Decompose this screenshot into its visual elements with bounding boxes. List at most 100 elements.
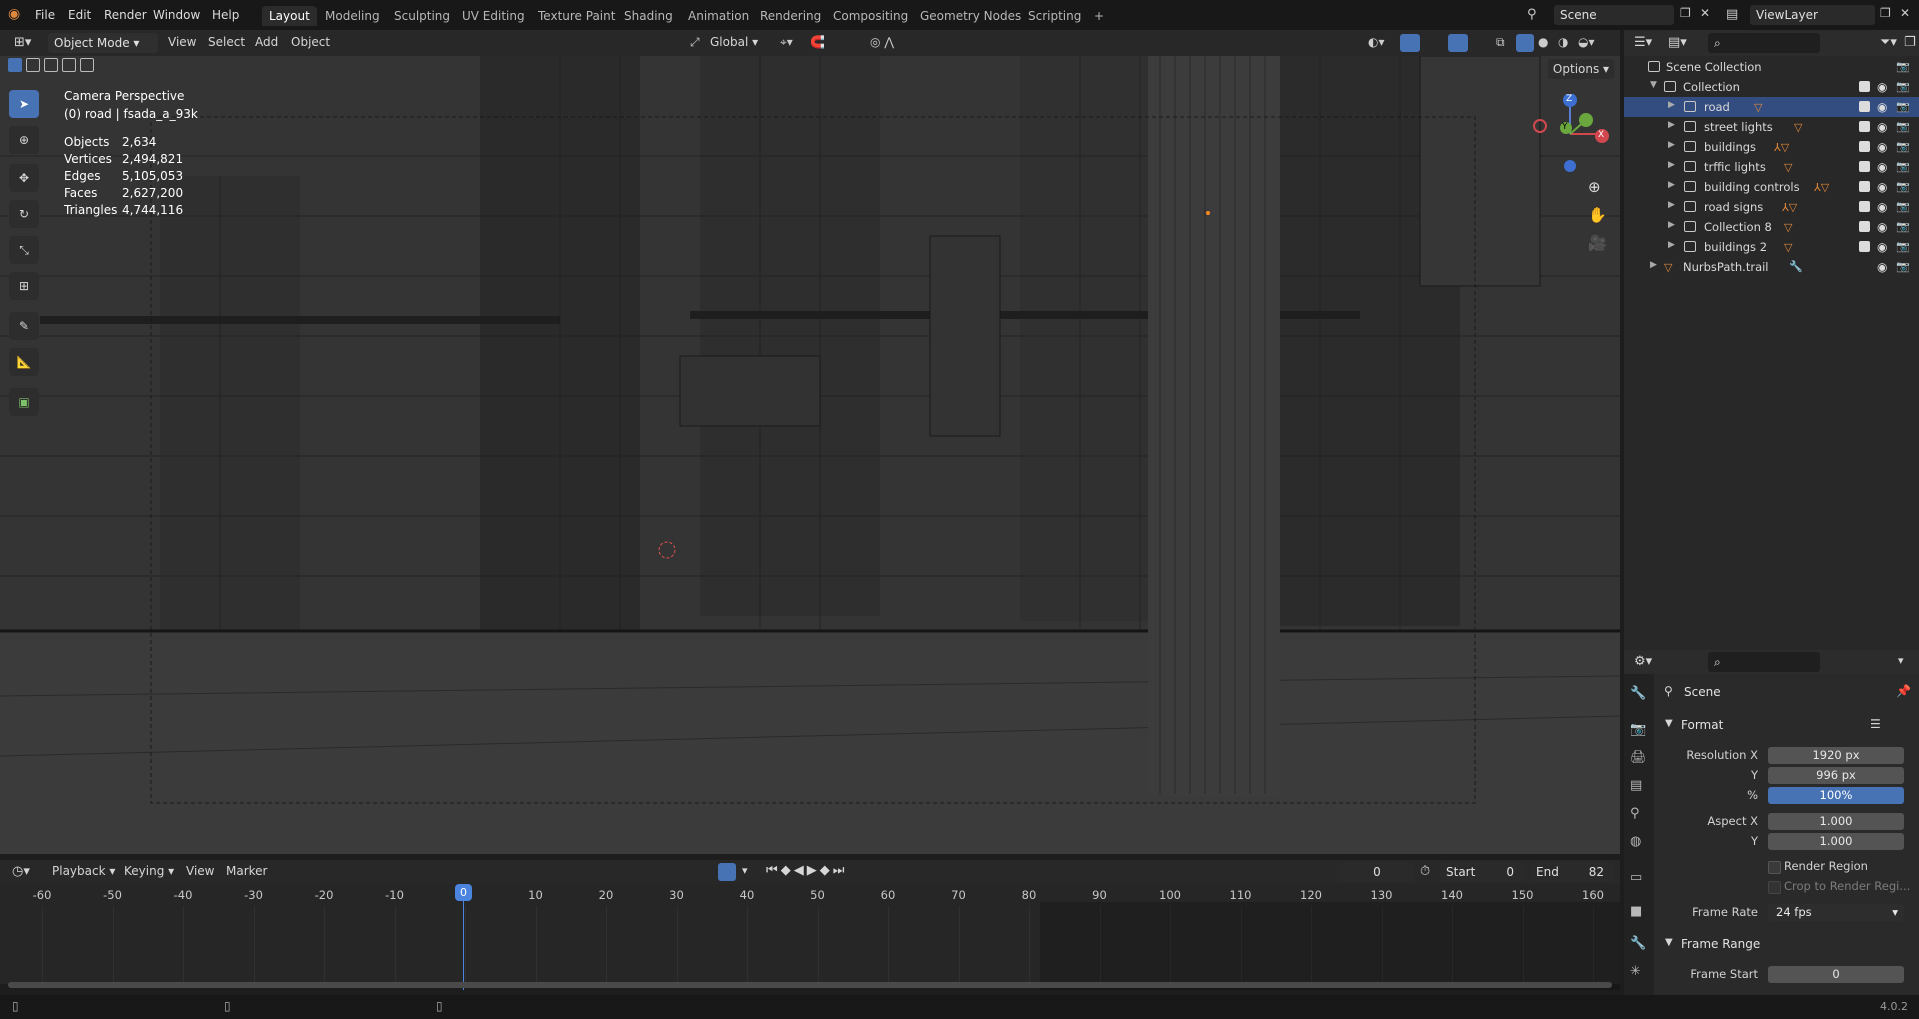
auto-keying-icon[interactable] [718,863,736,881]
particles-tab-icon[interactable]: ✳ [1630,964,1641,979]
select-new-icon[interactable] [8,58,22,72]
tab-scripting[interactable]: Scripting [1021,6,1088,26]
menu-object[interactable]: Object [291,35,330,49]
camera-view-icon[interactable]: 🎥 [1588,234,1607,252]
overlay-toggle-icon[interactable] [1448,34,1468,52]
aspect-x-field[interactable]: 1.000 [1768,813,1904,830]
current-frame-field[interactable]: 0 [1340,862,1414,882]
start-frame-field[interactable]: Start 0 [1440,862,1524,882]
view-layer-icon[interactable]: ▤ [1726,7,1738,22]
material-shading-icon[interactable]: ◑ [1558,35,1568,49]
render-icon[interactable]: 📷 [1896,120,1910,133]
select-box-tool[interactable]: ➤ [9,90,39,118]
select-invert-icon[interactable] [62,58,76,72]
pivot-icon[interactable]: ⌖▾ [780,35,793,50]
visibility-eye-icon[interactable]: ◉ [1877,180,1887,194]
menu-render[interactable]: Render [104,8,147,22]
outliner-row-collection[interactable]: ▼ Collection ◉ 📷 [1624,77,1919,97]
timeline-scrollbar[interactable] [8,982,1612,988]
properties-search-input[interactable]: ⌕ [1708,652,1820,672]
cursor-tool[interactable]: ⊕ [9,126,39,154]
render-icon[interactable]: 📷 [1896,100,1910,113]
expand-icon[interactable]: ▶ [1668,100,1675,110]
prev-keyframe-icon[interactable]: ◆ [781,863,794,878]
render-icon[interactable]: 📷 [1896,180,1910,193]
new-collection-icon[interactable]: ❐ [1904,35,1916,50]
properties-editor-icon[interactable]: ⚙▾ [1634,654,1652,669]
exclude-checkbox[interactable] [1859,121,1870,132]
visibility-eye-icon[interactable]: ◉ [1877,100,1887,114]
blender-logo-icon[interactable]: ◉ [8,6,20,22]
exclude-checkbox[interactable] [1859,241,1870,252]
tab-modeling[interactable]: Modeling [318,6,387,26]
render-region-checkbox[interactable] [1768,861,1781,874]
render-icon[interactable]: 📷 [1896,160,1910,173]
view-layer-field[interactable]: ViewLayer [1750,5,1875,25]
outliner-row-street-lights[interactable]: ▶ street lights ▽ ◉ 📷 [1624,117,1919,137]
pan-hand-icon[interactable]: ✋ [1588,206,1607,224]
select-extend-icon[interactable] [26,58,40,72]
menu-help[interactable]: Help [212,8,239,22]
new-scene-icon[interactable]: ❐ [1680,6,1691,20]
visibility-icon[interactable]: ◐▾ [1368,35,1385,49]
tab-shading[interactable]: Shading [617,6,680,26]
menu-add[interactable]: Add [255,35,278,49]
outliner-row-building-controls[interactable]: ▶ building controls ⅄▽ ◉ 📷 [1624,177,1919,197]
outliner-row-trffic-lights[interactable]: ▶ trffic lights ▽ ◉ 📷 [1624,157,1919,177]
tab-layout[interactable]: Layout [262,6,317,26]
render-icon[interactable]: 📷 [1896,80,1910,93]
tab-texture-paint[interactable]: Texture Paint [531,6,622,26]
outliner-row-collection-8[interactable]: ▶ Collection 8 ▽ ◉ 📷 [1624,217,1919,237]
frame-rate-dropdown[interactable]: 24 fps ▾ [1768,904,1904,921]
format-section-header[interactable]: Format [1681,718,1723,732]
tab-geometry-nodes[interactable]: Geometry Nodes [913,6,1028,26]
visibility-eye-icon[interactable]: ◉ [1877,200,1887,214]
frame-range-collapse-icon[interactable]: ▼ [1665,937,1673,948]
end-frame-field[interactable]: End 82 [1530,862,1614,882]
outliner-row-nurbspath-trail[interactable]: ▶ ▽ NurbsPath.trail 🔧 ◉ 📷 [1624,257,1919,277]
tab-rendering[interactable]: Rendering [753,6,828,26]
tab-compositing[interactable]: Compositing [826,6,915,26]
exclude-checkbox[interactable] [1859,201,1870,212]
outliner-row-buildings[interactable]: ▶ buildings ⅄▽ ◉ 📷 [1624,137,1919,157]
render-icon[interactable]: 📷 [1896,220,1910,233]
expand-icon[interactable]: ▶ [1668,140,1675,150]
playhead-line[interactable] [463,886,464,990]
xray-icon[interactable]: ⧉ [1496,35,1505,50]
expand-icon[interactable]: ▶ [1650,260,1657,270]
tab-animation[interactable]: Animation [681,6,756,26]
measure-tool[interactable]: 📐 [9,348,39,376]
transform-orientation-icon[interactable]: ⤢ [690,35,700,50]
properties-options-icon[interactable]: ▾ [1898,654,1904,667]
render-icon[interactable]: 📷 [1896,240,1910,253]
zoom-icon[interactable]: ⊕ [1588,178,1601,196]
presets-icon[interactable]: ☰ [1870,717,1881,731]
render-icon[interactable]: 📷 [1896,60,1910,73]
next-keyframe-icon[interactable]: ◆ [820,863,833,878]
editor-type-icon[interactable]: ⊞▾ [14,35,31,50]
keying-options-icon[interactable]: ▾ [742,864,748,877]
play-icon[interactable]: ▶ [807,863,820,878]
filter-icon[interactable]: ⏷▾ [1880,35,1897,50]
menu-file[interactable]: File [35,8,55,22]
exclude-checkbox[interactable] [1859,101,1870,112]
expand-icon[interactable]: ▶ [1668,220,1675,230]
expand-icon[interactable]: ▶ [1668,200,1675,210]
frame-start-field[interactable]: 0 [1768,966,1904,983]
outliner-editor-icon[interactable]: ☰▾ [1634,35,1652,50]
preview-range-icon[interactable]: ⏱ [1420,864,1430,879]
select-subtract-icon[interactable] [44,58,58,72]
tab-uv-editing[interactable]: UV Editing [455,6,532,26]
play-reverse-icon[interactable]: ◀ [794,863,807,878]
render-icon[interactable]: 📷 [1896,200,1910,213]
visibility-eye-icon[interactable]: ◉ [1877,80,1887,94]
solid-shading-icon[interactable]: ● [1538,35,1548,49]
menu-playback[interactable]: Playback ▾ [52,864,115,878]
new-view-layer-icon[interactable]: ❐ [1880,6,1891,20]
pin-icon[interactable]: 📌 [1896,684,1911,698]
playhead-frame[interactable]: 0 [455,884,472,901]
display-mode-icon[interactable]: ▤▾ [1668,35,1687,50]
exclude-checkbox[interactable] [1859,221,1870,232]
exclude-checkbox[interactable] [1859,81,1870,92]
tab-sculpting[interactable]: Sculpting [387,6,457,26]
